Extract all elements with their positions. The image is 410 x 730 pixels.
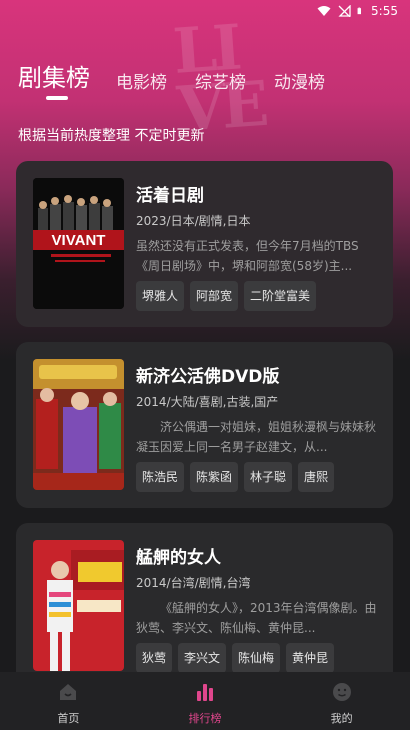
card-description: 济公偶遇一对姐妹，姐姐秋漫枫与妹妹秋凝玉因爱上同一名男子赵建文，从... bbox=[136, 420, 377, 454]
tab-variety[interactable]: 综艺榜 bbox=[195, 68, 246, 93]
card-title: 活着日剧 bbox=[136, 186, 204, 206]
cast-tags: 狄莺 李兴文 陈仙梅 黄仲昆 bbox=[136, 643, 335, 673]
signal-icon bbox=[338, 5, 351, 17]
cast-tag[interactable]: 堺雅人 bbox=[136, 281, 185, 311]
tab-series[interactable]: 剧集榜 bbox=[18, 58, 90, 100]
cast-tags: 陈浩民 陈紫函 林子聪 唐熙 bbox=[136, 462, 335, 492]
ranking-subtitle: 根据当前热度整理 不定时更新 bbox=[18, 128, 205, 144]
card-description: 虽然还没有正式发表，但今年7月档的TBS《周日剧场》中，堺和阿部宽(58岁)主.… bbox=[136, 239, 359, 273]
home-icon bbox=[60, 684, 77, 700]
nav-label: 排行榜 bbox=[188, 712, 222, 725]
tab-movies[interactable]: 电影榜 bbox=[116, 68, 167, 93]
card-meta: 2014/台湾/剧情,台湾 bbox=[136, 576, 251, 590]
poster-title: VIVANT bbox=[51, 232, 106, 249]
wifi-icon bbox=[317, 6, 331, 16]
profile-icon bbox=[332, 683, 351, 701]
card-meta: 2023/日本/剧情,日本 bbox=[136, 214, 251, 228]
status-time: 5:55 bbox=[371, 4, 398, 18]
tab-label: 剧集榜 bbox=[18, 64, 90, 92]
active-tab-indicator bbox=[46, 96, 68, 100]
card-description: 《艋舺的女人》，2013年台湾偶像剧。由狄莺、李兴文、陈仙梅、黄仲昆... bbox=[136, 601, 377, 635]
status-bar: 5:55 bbox=[0, 0, 410, 22]
nav-home[interactable]: 首页 bbox=[18, 672, 118, 730]
cast-tag[interactable]: 李兴文 bbox=[178, 643, 227, 673]
ranking-icon bbox=[196, 684, 213, 701]
cast-tag[interactable]: 陈浩民 bbox=[136, 462, 185, 492]
cast-tag[interactable]: 唐熙 bbox=[298, 462, 335, 492]
cast-tag[interactable]: 黄仲昆 bbox=[286, 643, 335, 673]
card-meta: 2014/大陆/喜剧,古装,国产 bbox=[136, 395, 279, 409]
tab-anime[interactable]: 动漫榜 bbox=[274, 68, 325, 93]
bottom-navigation: 首页 排行榜 我的 bbox=[0, 672, 410, 730]
cast-tag[interactable]: 二阶堂富美 bbox=[244, 281, 317, 311]
nav-profile[interactable]: 我的 bbox=[292, 672, 392, 730]
poster-image: VIVANT bbox=[33, 178, 124, 309]
ranking-card[interactable]: 艋舺的女人 2014/台湾/剧情,台湾 《艋舺的女人》，2013年台湾偶像剧。由… bbox=[16, 523, 393, 689]
cast-tag[interactable]: 狄莺 bbox=[136, 643, 173, 673]
cast-tag[interactable]: 陈仙梅 bbox=[232, 643, 281, 673]
cast-tags: 堺雅人 阿部宽 二阶堂富美 bbox=[136, 281, 317, 311]
category-tabs: 剧集榜 电影榜 综艺榜 动漫榜 bbox=[18, 58, 353, 100]
nav-label: 首页 bbox=[57, 712, 80, 725]
poster-image bbox=[33, 540, 124, 671]
poster-image bbox=[33, 359, 124, 490]
nav-label: 我的 bbox=[330, 712, 353, 725]
cast-tag[interactable]: 陈紫函 bbox=[190, 462, 239, 492]
ranking-card[interactable]: VIVANT 活着日剧 2023/日本/剧情,日本 虽然还没有正式发表，但今年7… bbox=[16, 161, 393, 327]
card-title: 艋舺的女人 bbox=[136, 548, 221, 568]
cast-tag[interactable]: 阿部宽 bbox=[190, 281, 239, 311]
nav-ranking[interactable]: 排行榜 bbox=[155, 672, 255, 730]
battery-icon bbox=[357, 7, 362, 15]
cast-tag[interactable]: 林子聪 bbox=[244, 462, 293, 492]
ranking-card[interactable]: 新济公活佛DVD版 2014/大陆/喜剧,古装,国产 济公偶遇一对姐妹，姐姐秋漫… bbox=[16, 342, 393, 508]
card-title: 新济公活佛DVD版 bbox=[136, 367, 280, 387]
